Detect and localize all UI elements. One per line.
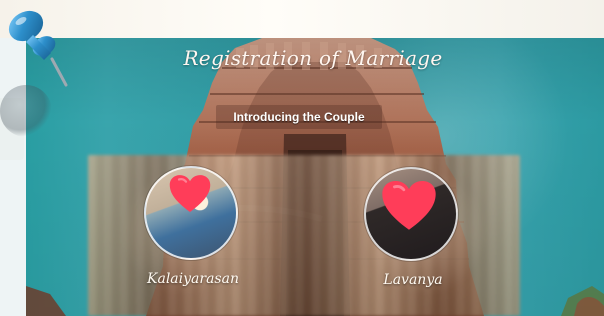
temple-banner: Registration of Marriage Introducing the… [26,38,604,316]
introducing-couple-heading: Introducing the Couple [216,105,382,129]
heart-icon [169,175,211,213]
groom-avatar [144,166,238,260]
heart-icon [382,181,436,230]
bride-name: Lavanya [383,272,443,288]
pushpin-icon [8,10,68,87]
bride-avatar [364,167,458,261]
top-strip [0,0,604,38]
registration-title: Registration of Marriage [183,46,443,70]
groom-name: Kalaiyarasan [147,271,239,287]
screenshot-stage: Registration of Marriage Introducing the… [0,0,604,316]
